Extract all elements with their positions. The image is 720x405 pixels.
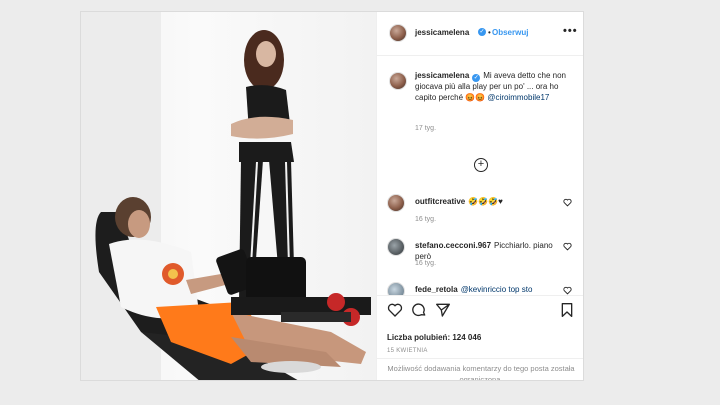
comment-time[interactable]: 16 tyg. [415, 260, 436, 267]
comment-item: outfitcreative 🤣🤣🤣♥ 16 tyg. [377, 194, 583, 238]
comment-username[interactable]: outfitcreative [415, 197, 465, 206]
bookmark-icon[interactable] [559, 302, 575, 318]
post-date[interactable]: 15 KWIETNIA [387, 348, 428, 354]
like-comment-heart-icon[interactable] [563, 198, 572, 207]
post-sidebar: jessicamelena ✓ • Obserwuj ••• jessicame… [377, 12, 583, 380]
like-comment-heart-icon[interactable] [563, 242, 572, 251]
caption-time[interactable]: 17 tyg. [415, 125, 436, 132]
caption-text: jessicamelena ✓ Mi aveva detto che non gio… [415, 70, 575, 103]
comment-body: @kevinriccio top sto [460, 285, 533, 294]
avatar[interactable] [387, 194, 405, 212]
avatar[interactable] [389, 72, 407, 90]
comment-item: stefano.cecconi.967 Picchiarlo. piano per… [377, 238, 583, 282]
more-options-icon[interactable]: ••• [563, 25, 578, 37]
comment-username[interactable]: fede_retola [415, 285, 458, 294]
comment-text: stefano.cecconi.967 Picchiarlo. piano per… [415, 240, 565, 262]
caption-mention-link[interactable]: @ciroimmobile17 [487, 93, 549, 102]
heart-icon[interactable] [387, 302, 403, 318]
share-icon[interactable] [435, 302, 451, 318]
header-username[interactable]: jessicamelena [415, 28, 469, 37]
post-actions: Liczba polubień: 124 046 15 KWIETNIA Moż… [377, 295, 583, 380]
post-photo[interactable] [81, 12, 377, 380]
post-header: jessicamelena ✓ • Obserwuj ••• [377, 12, 583, 56]
verified-badge-icon: ✓ [472, 74, 481, 82]
comments-disabled-notice: Możliwość dodawania komentarzy do tego p… [377, 358, 583, 380]
likes-count[interactable]: Liczba polubień: 124 046 [387, 333, 481, 342]
verified-badge-icon: ✓ [478, 28, 486, 36]
instagram-post: jessicamelena ✓ • Obserwuj ••• jessicame… [80, 11, 584, 381]
separator-dot: • [488, 28, 491, 37]
likes-value: 124 046 [452, 333, 482, 342]
avatar[interactable] [387, 238, 405, 256]
load-more-comments-button[interactable]: + [474, 158, 488, 172]
comment-text: fede_retola @kevinriccio top sto [415, 284, 565, 295]
comment-body: 🤣🤣🤣♥ [468, 197, 503, 206]
comment-text: outfitcreative 🤣🤣🤣♥ [415, 196, 565, 207]
follow-button[interactable]: Obserwuj [492, 28, 528, 37]
likes-label: Liczba polubień: [387, 333, 451, 342]
post-photo-illustration [81, 12, 371, 380]
caption-username[interactable]: jessicamelena [415, 71, 469, 80]
comment-icon[interactable] [411, 302, 427, 318]
like-comment-heart-icon[interactable] [563, 286, 572, 295]
comment-time[interactable]: 16 tyg. [415, 216, 436, 223]
avatar[interactable] [389, 24, 407, 42]
comment-username[interactable]: stefano.cecconi.967 [415, 241, 491, 250]
